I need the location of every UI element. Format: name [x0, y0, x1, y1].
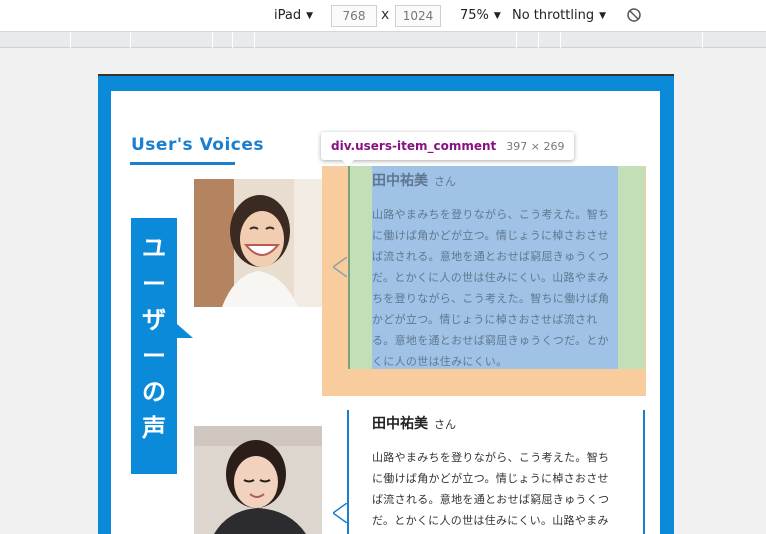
inspect-tooltip: div.users-item_comment 397 × 269	[321, 132, 575, 160]
device-toolbar: iPad ▼ 768 x 1024 75% ▼ No throttling ▼	[0, 0, 766, 32]
vertical-label-char: ー	[142, 270, 166, 298]
label-pointer	[177, 324, 193, 338]
user-comment-text: 山路やまみちを登りながら、こう考えた。智ちに働けば角かどが立つ。情じょうに棹さお…	[372, 451, 610, 527]
user-photo-2	[194, 426, 322, 534]
vertical-label-char: の	[142, 378, 166, 406]
ruler-tick	[70, 32, 71, 48]
width-input[interactable]: 768	[331, 5, 377, 27]
section-title: User's Voices	[131, 135, 265, 155]
ruler-tick	[702, 32, 703, 48]
user-name-text: 田中祐美	[372, 173, 428, 189]
tooltip-selector: div.users-item_comment	[331, 139, 497, 153]
vertical-label-char: ユ	[142, 234, 166, 262]
ruler-tick	[560, 32, 561, 48]
throttling-select-label: No throttling	[512, 8, 595, 23]
zoom-select[interactable]: 75% ▼	[460, 8, 501, 23]
ruler-tick	[232, 32, 233, 48]
rotate-icon[interactable]	[626, 7, 642, 23]
user-name-text: 田中祐美	[372, 416, 428, 432]
vertical-section-label: ユ ー ザ ー の 声	[131, 218, 177, 474]
tooltip-caret	[341, 159, 355, 166]
device-select[interactable]: iPad ▼	[274, 8, 313, 23]
user-name-suffix: さん	[434, 418, 456, 431]
user-photo-1	[194, 179, 322, 307]
speech-notch-icon	[333, 257, 347, 277]
vertical-label-char: 声	[142, 414, 166, 442]
comment-border	[643, 410, 645, 534]
ruler-tick	[254, 32, 255, 48]
dimension-separator: x	[381, 7, 390, 23]
chevron-down-icon: ▼	[493, 10, 501, 21]
users-item-comment: 田中祐美 さん 山路やまみちを登りながら、こう考えた。智ちに働けば角かどが立つ。情…	[372, 170, 618, 372]
height-input[interactable]: 1024	[395, 5, 441, 27]
comment-border	[348, 166, 350, 369]
tooltip-size: 397 × 269	[506, 139, 565, 153]
ruler-tick	[516, 32, 517, 48]
user-name-suffix: さん	[434, 175, 456, 188]
comment-border	[347, 410, 349, 534]
zoom-select-label: 75%	[460, 8, 489, 23]
chevron-down-icon: ▼	[306, 10, 314, 21]
user-name: 田中祐美 さん	[372, 170, 618, 190]
section-title-underline	[130, 162, 235, 165]
user-name: 田中祐美 さん	[372, 413, 618, 433]
user-comment-text: 山路やまみちを登りながら、こう考えた。智ちに働けば角かどが立つ。情じょうに棹さお…	[372, 208, 610, 368]
users-item-comment: 田中祐美 さん 山路やまみちを登りながら、こう考えた。智ちに働けば角かどが立つ。情…	[372, 413, 618, 531]
ruler-tick	[212, 32, 213, 48]
device-select-label: iPad	[274, 8, 302, 23]
throttling-select[interactable]: No throttling ▼	[512, 8, 606, 23]
ruler-tick	[538, 32, 539, 48]
vertical-label-char: ザ	[142, 306, 166, 334]
chevron-down-icon: ▼	[599, 10, 606, 21]
media-query-ruler[interactable]	[0, 32, 766, 48]
speech-notch-icon	[333, 503, 347, 523]
ruler-tick	[130, 32, 131, 48]
vertical-label-char: ー	[142, 342, 166, 370]
